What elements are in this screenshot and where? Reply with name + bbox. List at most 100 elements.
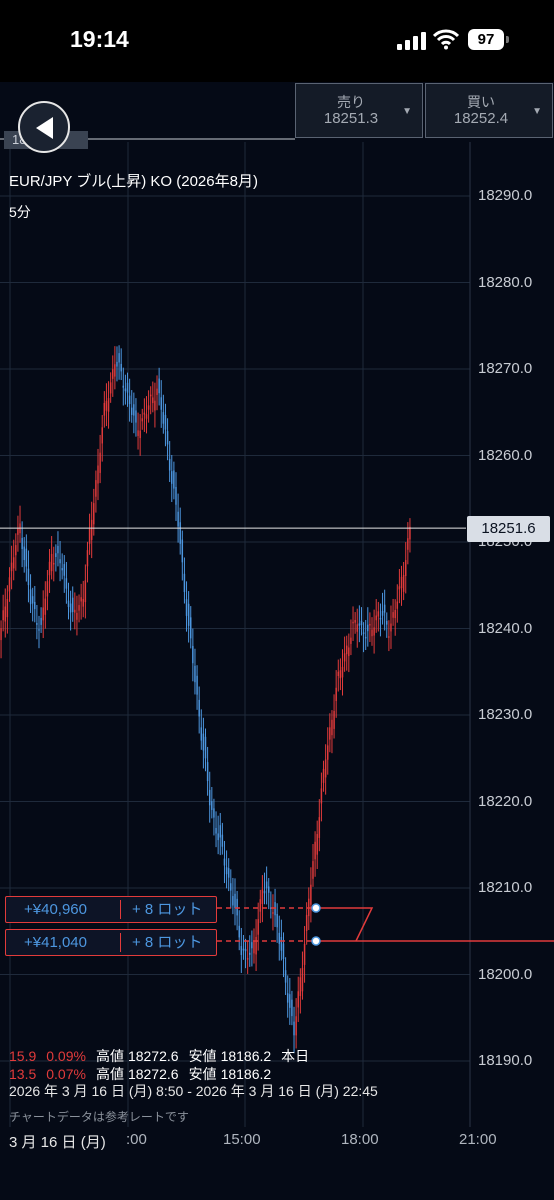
candle-body xyxy=(335,687,337,701)
date-range: 2026 年 3 月 16 日 (月) 8:50 - 2026 年 3 月 16… xyxy=(9,1083,378,1099)
sell-price: 18251.3 xyxy=(323,110,379,127)
candle-body xyxy=(107,398,110,412)
candle-body xyxy=(69,603,72,613)
candle-body xyxy=(404,560,407,576)
timeframe-label[interactable]: 5分 xyxy=(9,202,31,222)
position-lots: + 8 ロット xyxy=(132,934,203,951)
buy-button[interactable]: 買い 18252.4 ▼ xyxy=(425,83,553,138)
instrument-title: EUR/JPY ブル(上昇) KO (2026年8月) xyxy=(9,173,258,190)
price-chart[interactable] xyxy=(0,82,554,1200)
candle-body xyxy=(278,932,281,944)
candle-body xyxy=(97,465,99,484)
candle-body xyxy=(61,568,63,571)
divider xyxy=(120,933,121,952)
chevron-down-icon: ▼ xyxy=(532,106,542,117)
candle-body xyxy=(21,537,23,550)
candle-body xyxy=(124,388,127,392)
candle-body xyxy=(137,430,139,436)
chevron-down-icon: ▼ xyxy=(402,106,412,117)
candle-body xyxy=(324,759,327,778)
candle-body xyxy=(373,627,375,636)
candle-body xyxy=(71,597,74,612)
candle-body xyxy=(208,789,211,806)
candle-body xyxy=(158,378,160,394)
change-value: 13.5 xyxy=(9,1066,37,1082)
candle-body xyxy=(253,940,255,954)
candle-body xyxy=(227,868,230,878)
candle-body xyxy=(261,889,264,904)
candle-body xyxy=(101,427,103,444)
candle-body xyxy=(390,623,392,632)
candle-body xyxy=(6,599,9,618)
change-value: 15.9 xyxy=(9,1048,37,1064)
cellular-signal-icon xyxy=(397,32,427,50)
candle-body xyxy=(133,404,135,416)
candle-body xyxy=(143,412,146,415)
candle-body xyxy=(388,636,390,638)
candle-body xyxy=(192,645,194,664)
candle-body xyxy=(23,546,25,561)
candle-body xyxy=(369,623,371,626)
candle-body xyxy=(381,611,384,616)
candle-body xyxy=(301,967,304,992)
candle-body xyxy=(293,1021,295,1036)
wifi-icon xyxy=(433,29,459,50)
candle-body xyxy=(36,623,38,625)
candle-body xyxy=(249,952,251,955)
candle-body xyxy=(0,628,2,641)
change-percent: 0.09% xyxy=(46,1048,86,1064)
candle-body xyxy=(286,993,289,1003)
current-price-label: 18251.6 xyxy=(467,516,550,542)
position-label[interactable]: +¥40,960 + 8 ロット xyxy=(5,896,217,923)
candle-body xyxy=(48,561,51,576)
candle-body xyxy=(398,586,401,590)
candle-body xyxy=(145,414,148,419)
position-lots: + 8 ロット xyxy=(132,901,203,918)
candle-body xyxy=(267,886,270,893)
high-value: 18272.6 xyxy=(127,1066,179,1082)
candle-body xyxy=(322,768,325,783)
buy-price: 18252.4 xyxy=(453,110,509,127)
candle-body xyxy=(99,452,101,473)
candle-body xyxy=(295,1016,297,1036)
chart-area[interactable] xyxy=(0,82,554,1200)
candle-body xyxy=(116,361,118,367)
candle-body xyxy=(360,620,363,626)
candle-body xyxy=(50,553,53,572)
candle-body xyxy=(327,745,329,760)
candle-body xyxy=(82,598,84,607)
candle-body xyxy=(263,890,266,894)
candle-body xyxy=(331,719,333,736)
candle-body xyxy=(242,948,245,951)
back-button[interactable] xyxy=(18,101,70,153)
candle-body xyxy=(147,405,150,410)
candle-body xyxy=(78,605,80,611)
candle-body xyxy=(53,562,55,565)
entry-marker xyxy=(311,903,321,913)
candle-body xyxy=(375,615,377,621)
low-value: 18186.2 xyxy=(220,1048,272,1064)
candle-body xyxy=(173,470,175,489)
candle-body xyxy=(59,559,61,564)
candle-body xyxy=(118,353,120,363)
sell-button[interactable]: 売り 18251.3 ▼ xyxy=(295,83,423,138)
candle-body xyxy=(4,606,7,622)
status-time: 19:14 xyxy=(70,26,129,52)
y-tick-label: 18230.0 xyxy=(478,706,533,723)
x-axis-date: 3 月 16 日 (月) xyxy=(9,1134,106,1151)
candle-body xyxy=(402,574,405,592)
candle-body xyxy=(280,936,283,951)
buy-label: 買い xyxy=(467,94,495,110)
candle-body xyxy=(29,589,32,605)
candle-body xyxy=(364,636,367,639)
candle-body xyxy=(257,919,259,935)
battery-tip xyxy=(506,36,509,43)
candle-body xyxy=(255,936,257,955)
candle-body xyxy=(202,733,205,751)
position-connector xyxy=(316,907,374,942)
candle-body xyxy=(179,522,181,544)
candle-body xyxy=(196,675,198,695)
candle-body xyxy=(149,394,152,397)
candle-body xyxy=(38,629,40,631)
position-label[interactable]: +¥41,040 + 8 ロット xyxy=(5,929,217,956)
